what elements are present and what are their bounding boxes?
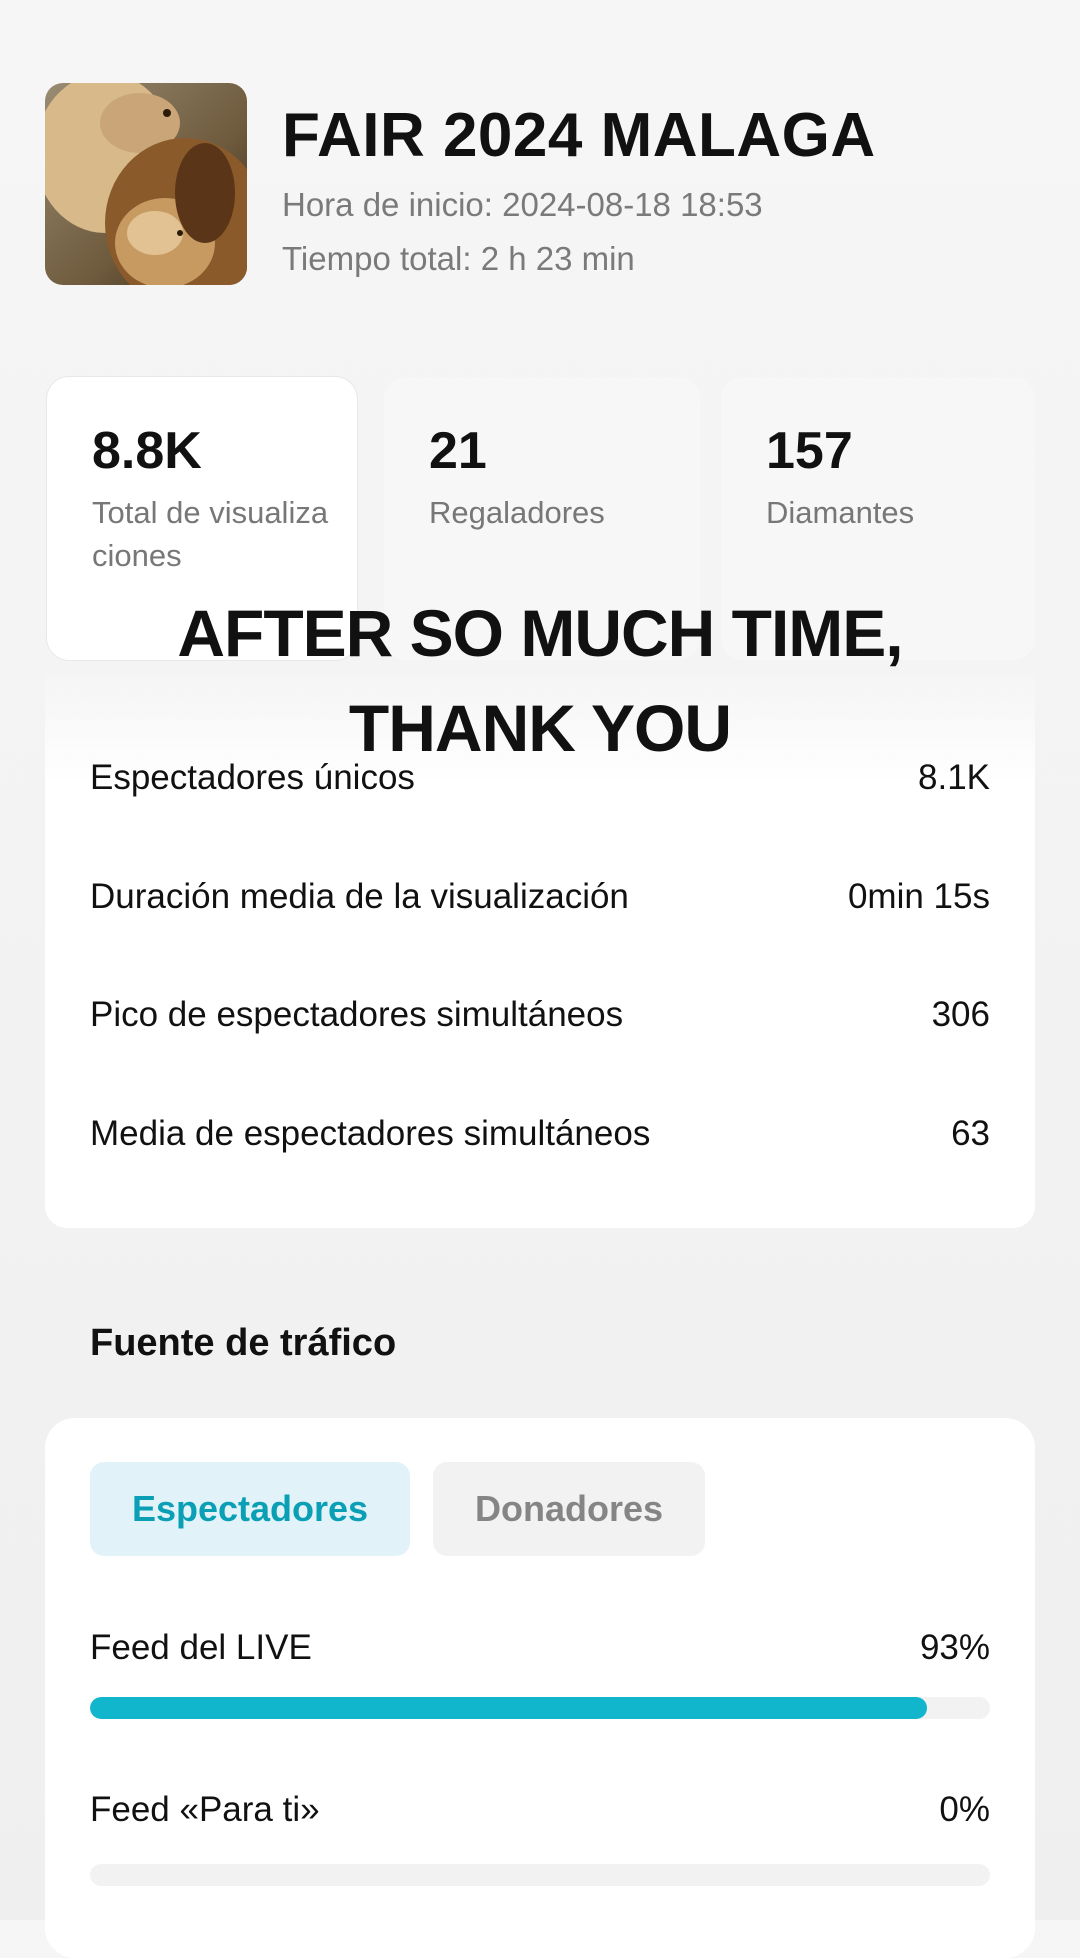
metric-label: Pico de espectadores simultáneos (90, 995, 624, 1034)
stat-value: 157 (766, 422, 853, 480)
progress-fill (90, 1697, 927, 1719)
stream-thumbnail (45, 83, 247, 285)
progress-track (90, 1864, 990, 1886)
traffic-source-label: Feed «Para ti» (90, 1790, 320, 1829)
stat-label: Diamantes (766, 495, 915, 530)
metric-value: 0min 15s (847, 877, 990, 916)
metric-label: Media de espectadores simultáneos (90, 1114, 651, 1153)
stream-title: FAIR 2024 MALAGA (282, 101, 876, 170)
metric-label: Duración media de la visualización (90, 877, 629, 916)
caption-overlay: AFTER SO MUCH TIME, THANK YOU (0, 586, 1080, 776)
metric-row: Pico de espectadores simultáneos 306 (90, 995, 990, 1035)
stat-label: Total de visualizaciones (92, 495, 329, 573)
stat-value: 8.8K (92, 422, 202, 480)
stream-header: FAIR 2024 MALAGA Hora de inicio: 2024-08… (45, 83, 1035, 288)
metric-row: Duración media de la visualización 0min … (90, 877, 990, 917)
metric-value: 63 (951, 1114, 990, 1153)
metric-row: Media de espectadores simultáneos 63 (90, 1114, 990, 1154)
stat-label: Regaladores (429, 495, 605, 530)
total-time: Tiempo total: 2 h 23 min (282, 240, 635, 277)
metric-value: 306 (931, 995, 990, 1034)
caption-line: THANK YOU (348, 691, 732, 765)
traffic-source-row: Feed del LIVE 93% (90, 1628, 990, 1668)
traffic-section-title: Fuente de tráfico (90, 1322, 397, 1364)
traffic-source-label: Feed del LIVE (90, 1628, 312, 1667)
stat-value: 21 (429, 422, 487, 480)
start-time: Hora de inicio: 2024-08-18 18:53 (282, 186, 763, 223)
traffic-source-row: Feed «Para ti» 0% (90, 1790, 990, 1830)
progress-track (90, 1697, 990, 1719)
caption-line: AFTER SO MUCH TIME, (177, 596, 903, 670)
tab-viewers[interactable]: Espectadores (90, 1462, 410, 1556)
traffic-source-percent: 93% (919, 1628, 990, 1667)
traffic-source-percent: 0% (939, 1790, 990, 1829)
tab-donors[interactable]: Donadores (433, 1462, 705, 1556)
traffic-card: Espectadores Donadores Feed del LIVE 93%… (45, 1418, 1035, 1958)
